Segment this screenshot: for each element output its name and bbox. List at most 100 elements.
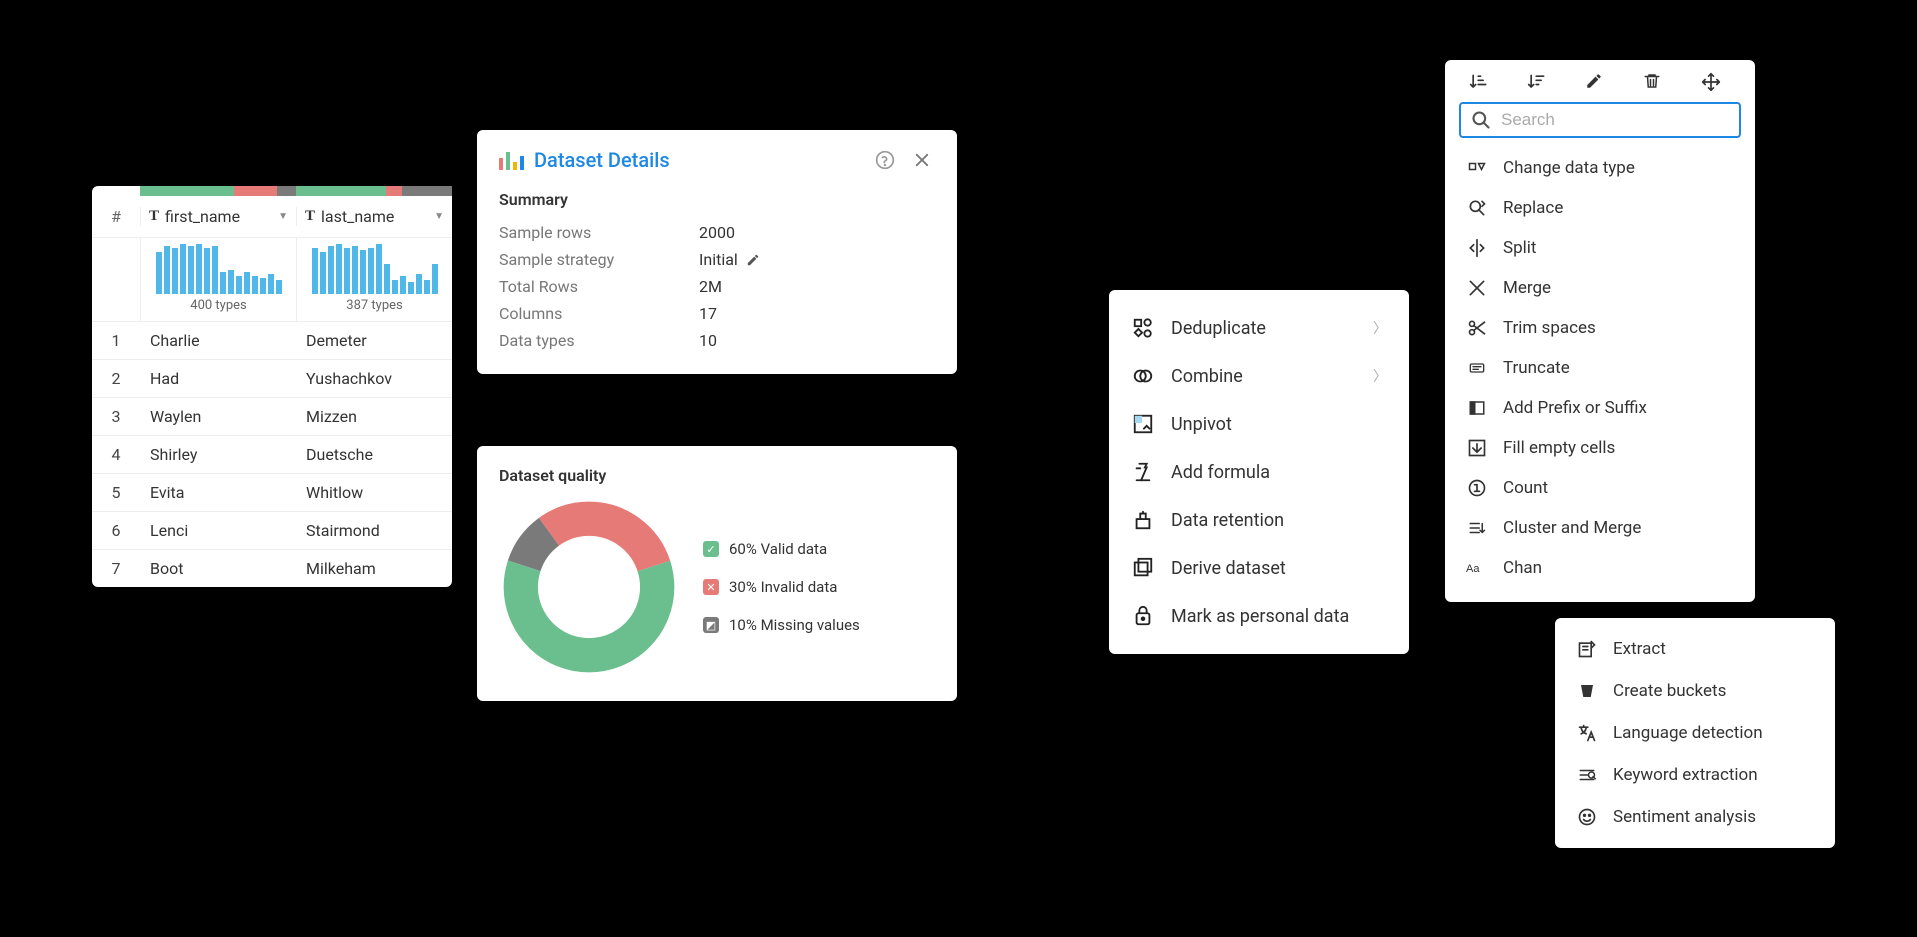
tool-cluster-and-merge[interactable]: Cluster and Merge (1459, 508, 1741, 548)
op-data-retention[interactable]: Data retention (1109, 496, 1409, 544)
replace-icon (1465, 197, 1489, 219)
dataset-quality-panel: Dataset quality ✓ 60% Valid data ✕ 30% I… (477, 446, 957, 701)
summary-key: Sample strategy (499, 250, 699, 269)
cell-last-name: Mizzen (296, 407, 452, 426)
histogram-first-name: 400 types (140, 238, 296, 321)
tool-label: Replace (1503, 198, 1563, 218)
sort-desc-icon[interactable] (1527, 72, 1557, 92)
sort-asc-icon[interactable] (1469, 72, 1499, 92)
tool-replace[interactable]: Replace (1459, 188, 1741, 228)
op-label: Deduplicate (1171, 318, 1266, 339)
tool-truncate[interactable]: Truncate (1459, 348, 1741, 388)
unpivot-icon (1131, 412, 1155, 436)
search-input[interactable] (1501, 110, 1729, 130)
summary-value: Initial (699, 250, 760, 269)
move-icon[interactable] (1701, 72, 1731, 92)
op-deduplicate[interactable]: Deduplicate 〉 (1109, 304, 1409, 352)
op-add-formula[interactable]: Add formula (1109, 448, 1409, 496)
summary-key: Sample rows (499, 223, 699, 242)
column-header-first-name[interactable]: T first_name ▼ (140, 207, 296, 226)
submenu-create-buckets[interactable]: Create buckets (1555, 670, 1835, 712)
submenu-label: Keyword extraction (1613, 765, 1758, 785)
tool-split[interactable]: Split (1459, 228, 1741, 268)
table-row[interactable]: 1CharlieDemeter (92, 321, 452, 359)
close-icon[interactable] (909, 151, 935, 169)
sentiment-icon (1575, 806, 1599, 828)
column-name: last_name (321, 207, 394, 226)
table-row[interactable]: 5EvitaWhitlow (92, 473, 452, 511)
edit-icon[interactable] (1585, 72, 1615, 92)
submenu-label: Sentiment analysis (1613, 807, 1756, 827)
case-icon: Aa (1465, 557, 1489, 579)
table-row[interactable]: 2HadYushachkov (92, 359, 452, 397)
search-box[interactable] (1459, 102, 1741, 138)
op-label: Add formula (1171, 462, 1270, 483)
legend-label: 30% Invalid data (729, 578, 837, 596)
cell-last-name: Demeter (296, 331, 452, 350)
transform-tools-panel: Change data type Replace Split Merge Trim sp… (1445, 60, 1755, 602)
edit-pencil-icon[interactable] (746, 253, 760, 267)
summary-row: Columns17 (499, 300, 935, 327)
summary-value: 2000 (699, 223, 735, 242)
quality-donut-chart (499, 497, 679, 677)
op-label: Data retention (1171, 510, 1284, 531)
cell-first-name: Shirley (140, 445, 296, 464)
types-count: 400 types (151, 298, 286, 313)
chevron-right-icon: 〉 (1373, 318, 1387, 338)
table-row[interactable]: 6LenciStairmond (92, 511, 452, 549)
op-mark-as-personal-data[interactable]: Mark as personal data (1109, 592, 1409, 640)
row-number-header: # (92, 207, 140, 226)
tool-chan[interactable]: AaChan (1459, 548, 1741, 588)
tool-merge[interactable]: Merge (1459, 268, 1741, 308)
table-row[interactable]: 7BootMilkeham (92, 549, 452, 587)
submenu-label: Language detection (1613, 723, 1763, 743)
legend-label: 10% Missing values (729, 616, 860, 634)
delete-icon[interactable] (1643, 72, 1673, 92)
missing-icon: ◩ (703, 617, 719, 633)
help-icon[interactable] (871, 150, 899, 170)
summary-row: Total Rows2M (499, 273, 935, 300)
row-index: 5 (92, 483, 140, 502)
histogram-row: 400 types 387 types (92, 238, 452, 321)
submenu-keyword-extraction[interactable]: Keyword extraction (1555, 754, 1835, 796)
legend-label: 60% Valid data (729, 540, 827, 558)
column-header-last-name[interactable]: T last_name ▼ (296, 207, 452, 226)
submenu-label: Create buckets (1613, 681, 1726, 701)
op-unpivot[interactable]: Unpivot (1109, 400, 1409, 448)
dataset-details-panel: Dataset Details Summary Sample rows2000S… (477, 130, 957, 374)
op-combine[interactable]: Combine〉 (1109, 352, 1409, 400)
derive-icon (1131, 556, 1155, 580)
tool-trim-spaces[interactable]: Trim spaces (1459, 308, 1741, 348)
column-headers-row: # T first_name ▼ T last_name ▼ (92, 196, 452, 238)
tool-label: Add Prefix or Suffix (1503, 398, 1647, 418)
legend-valid: ✓ 60% Valid data (703, 540, 860, 558)
tool-add-prefix-or-suffix[interactable]: Add Prefix or Suffix (1459, 388, 1741, 428)
table-row[interactable]: 4ShirleyDuetsche (92, 435, 452, 473)
table-row[interactable]: 3WaylenMizzen (92, 397, 452, 435)
row-index: 3 (92, 407, 140, 426)
personal-icon (1131, 604, 1155, 628)
submenu-language-detection[interactable]: Language detection (1555, 712, 1835, 754)
tool-label: Merge (1503, 278, 1551, 298)
submenu-extract[interactable]: Extract (1555, 628, 1835, 670)
type-icon (1465, 157, 1489, 179)
chevron-down-icon[interactable]: ▼ (434, 211, 444, 222)
submenu-sentiment-analysis[interactable]: Sentiment analysis (1555, 796, 1835, 838)
data-table-panel: # T first_name ▼ T last_name ▼ 400 types… (92, 186, 452, 587)
panel-title: Dataset Details (534, 148, 861, 172)
cell-first-name: Had (140, 369, 296, 388)
quality-strip-col2 (296, 186, 452, 196)
chevron-down-icon[interactable]: ▼ (278, 211, 288, 222)
tool-count[interactable]: Count (1459, 468, 1741, 508)
histogram-last-name: 387 types (296, 238, 452, 321)
legend-invalid: ✕ 30% Invalid data (703, 578, 860, 596)
bucket-icon (1575, 680, 1599, 702)
legend-missing: ◩ 10% Missing values (703, 616, 860, 634)
op-derive-dataset[interactable]: Derive dataset (1109, 544, 1409, 592)
summary-row: Sample strategyInitial (499, 246, 935, 273)
tool-fill-empty-cells[interactable]: Fill empty cells (1459, 428, 1741, 468)
tool-label: Change data type (1503, 158, 1635, 178)
tool-change-data-type[interactable]: Change data type (1459, 148, 1741, 188)
cell-last-name: Milkeham (296, 559, 452, 578)
cell-first-name: Boot (140, 559, 296, 578)
